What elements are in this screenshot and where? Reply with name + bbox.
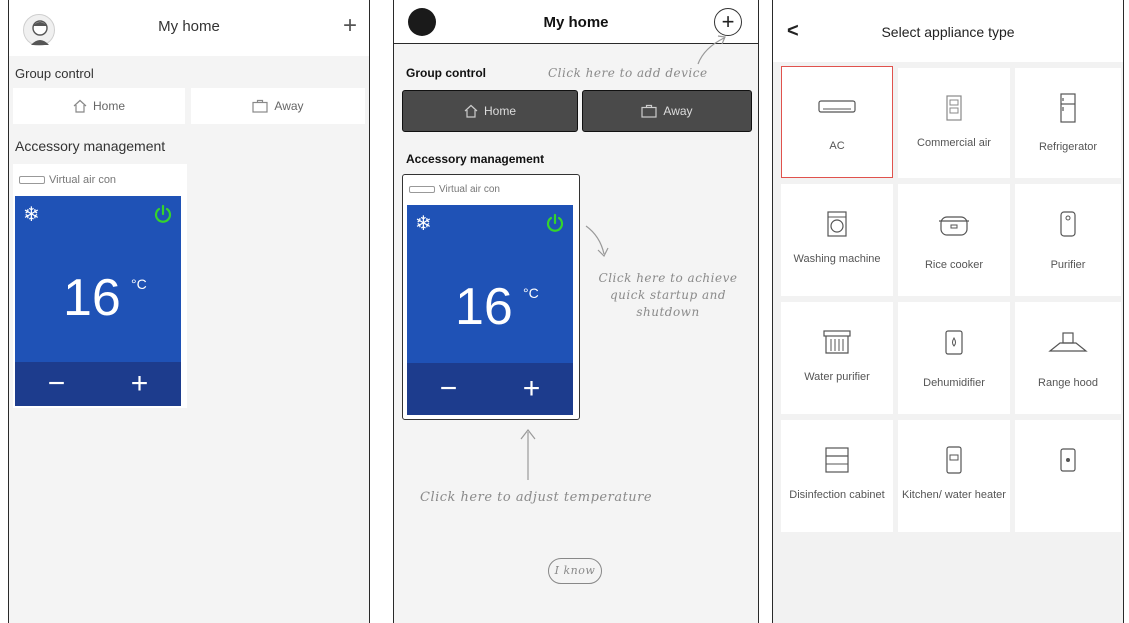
plus-icon: + xyxy=(342,12,357,39)
away-mode-button[interactable]: Away xyxy=(582,90,752,132)
appliance-tile-purifier[interactable]: Purifier xyxy=(1015,184,1121,296)
hint-startup-line2: quick startup and xyxy=(609,288,727,302)
appliance-tile-ac[interactable]: AC xyxy=(781,66,893,178)
appliance-tile-small-appliance[interactable] xyxy=(1015,420,1121,532)
ac-unit-icon xyxy=(409,186,435,193)
device-header: Virtual air con xyxy=(19,174,116,186)
increase-temperature-button[interactable]: + xyxy=(523,372,541,406)
header-bar: My home + xyxy=(9,0,369,56)
small-appliance-icon xyxy=(1015,442,1121,478)
ac-control-panel: ❄ 16 °C − + xyxy=(407,205,573,415)
home-mode-button[interactable]: Home xyxy=(402,90,578,132)
temperature-value: 16 xyxy=(63,269,121,327)
ac-control-panel: ❄ 16 °C − + xyxy=(15,196,181,406)
house-icon xyxy=(464,104,478,118)
power-icon xyxy=(154,204,172,223)
appliance-label: Water purifier xyxy=(804,371,870,383)
home-mode-label: Home xyxy=(483,104,516,118)
washing-machine-icon xyxy=(781,206,893,242)
accessory-management-label: Accessory management xyxy=(15,138,166,154)
appliance-tile-water-purifier[interactable]: Water purifier xyxy=(781,302,893,414)
appliance-tile-rice-cooker[interactable]: Rice cooker xyxy=(898,184,1010,296)
appliance-tile-dehumidifier[interactable]: Dehumidifier xyxy=(898,302,1010,414)
appliance-label: Rice cooker xyxy=(924,259,984,271)
commercial-air-icon xyxy=(898,90,1010,126)
away-mode-button[interactable]: Away xyxy=(191,88,365,124)
header-bar: < Select appliance type xyxy=(773,0,1123,62)
screen-home: My home + Group control Home Away Access… xyxy=(8,0,370,623)
home-mode-label: Home xyxy=(92,99,125,113)
arrow-to-add-icon xyxy=(697,35,726,65)
rice-cooker-icon xyxy=(898,206,1010,242)
temperature-value: 16 xyxy=(455,278,513,336)
refrigerator-icon xyxy=(1015,90,1121,126)
decrease-temperature-button[interactable]: − xyxy=(440,372,458,406)
device-name: Virtual air con xyxy=(49,174,117,186)
appliance-tile-water-heater[interactable]: Kitchen/ water heater xyxy=(898,420,1010,532)
increase-temperature-button[interactable]: + xyxy=(131,367,149,401)
appliance-label: Commercial air xyxy=(917,137,991,149)
range-hood-icon xyxy=(1015,324,1121,360)
add-device-button[interactable]: + xyxy=(343,14,357,38)
plus-icon: + xyxy=(721,9,735,34)
home-mode-button[interactable]: Home xyxy=(13,88,185,124)
hint-startup-line1: Click here to achieve xyxy=(598,271,738,285)
appliance-label: Purifier xyxy=(1050,259,1086,271)
power-button[interactable] xyxy=(545,213,565,233)
power-button[interactable] xyxy=(153,204,173,224)
device-card[interactable]: Virtual air con ❄ 16 °C − + xyxy=(402,174,580,420)
appliance-tile-washing-machine[interactable]: Washing machine xyxy=(781,184,893,296)
appliance-tile-range-hood[interactable]: Range hood xyxy=(1015,302,1121,414)
temperature-unit: °C xyxy=(523,285,539,301)
appliance-label: AC xyxy=(829,140,845,152)
power-icon xyxy=(546,213,564,232)
appliance-tile-refrigerator[interactable]: Refrigerator xyxy=(1015,68,1121,178)
suitcase-icon xyxy=(641,104,658,118)
screen-home-guide: My home + Click here to add device Group… xyxy=(393,0,759,623)
page-title: My home xyxy=(543,14,609,31)
temperature-controls: − + xyxy=(407,363,573,415)
dehumidifier-icon xyxy=(898,324,1010,360)
disinfection-cabinet-icon xyxy=(781,442,893,478)
decrease-temperature-button[interactable]: − xyxy=(48,367,66,401)
appliance-label: Disinfection cabinet xyxy=(789,489,885,501)
arrow-to-power-icon xyxy=(585,225,609,258)
snowflake-icon: ❄ xyxy=(23,204,40,226)
hint-startup-line3: shutdown xyxy=(636,305,700,319)
appliance-label: Kitchen/ water heater xyxy=(902,489,1006,501)
water-heater-icon xyxy=(898,442,1010,478)
appliance-tile-commercial-air[interactable]: Commercial air xyxy=(898,68,1010,178)
group-control-label: Group control xyxy=(15,66,94,81)
suitcase-icon xyxy=(252,99,269,113)
temperature-controls: − + xyxy=(15,362,181,406)
away-mode-label: Away xyxy=(274,99,304,113)
ac-icon xyxy=(782,89,892,125)
device-card[interactable]: Virtual air con ❄ 16 °C − + xyxy=(13,164,187,408)
device-name: Virtual air con xyxy=(439,184,500,195)
purifier-icon xyxy=(1015,206,1121,242)
hint-temperature: Click here to adjust temperature xyxy=(420,490,653,505)
hint-startup: Click here to achieve quick startup and … xyxy=(582,270,754,321)
group-control-label: Group control xyxy=(406,66,486,80)
appliance-label: Washing machine xyxy=(793,253,881,265)
snowflake-icon: ❄ xyxy=(415,213,432,235)
temperature-unit: °C xyxy=(131,276,147,292)
page-title: Select appliance type xyxy=(881,24,1015,40)
house-icon xyxy=(73,99,87,113)
appliance-label: Refrigerator xyxy=(1038,141,1098,153)
page-title: My home xyxy=(158,18,220,35)
arrow-to-temperature-icon xyxy=(520,429,536,480)
water-purifier-icon xyxy=(781,324,893,360)
screen-select-appliance: < Select appliance type AC Commercial ai… xyxy=(772,0,1124,623)
ac-unit-icon xyxy=(19,176,45,184)
device-header: Virtual air con xyxy=(409,184,500,195)
appliance-label: Dehumidifier xyxy=(923,377,985,389)
i-know-button[interactable]: I know xyxy=(548,558,602,584)
hint-add-device: Click here to add device xyxy=(548,66,708,80)
away-mode-label: Away xyxy=(663,104,693,118)
appliance-label: Range hood xyxy=(1038,377,1098,389)
appliance-tile-disinfection-cabinet[interactable]: Disinfection cabinet xyxy=(781,420,893,532)
accessory-management-label: Accessory management xyxy=(406,152,545,166)
